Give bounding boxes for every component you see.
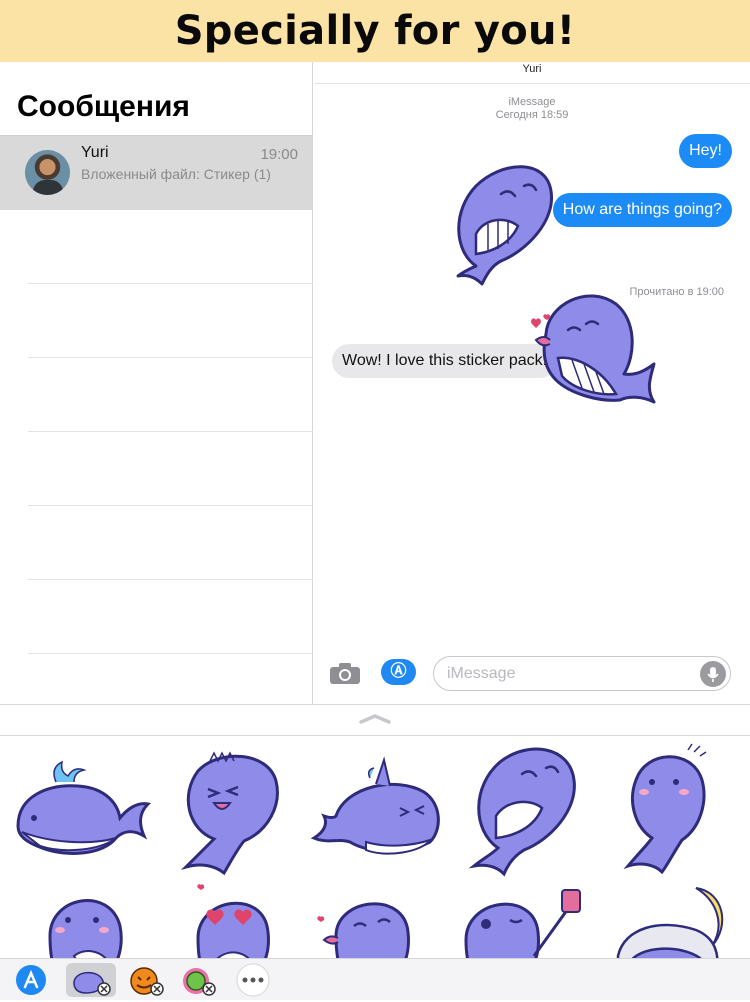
- app-store-icon: Ⓐ: [390, 663, 407, 680]
- conversation-name: Yuri: [81, 144, 109, 161]
- chevron-up-icon: [359, 714, 391, 724]
- message-input[interactable]: [447, 663, 687, 685]
- sticker-whale-kissing[interactable]: [310, 876, 460, 958]
- promo-banner: Specially for you!: [0, 0, 750, 62]
- monster-sticker-pack-icon[interactable]: [178, 963, 218, 997]
- chat-header[interactable]: Yuri: [314, 62, 750, 84]
- list-divider: [28, 357, 313, 358]
- app-store-button[interactable]: Ⓐ: [381, 659, 416, 685]
- chat-contact-name: Yuri: [522, 63, 542, 75]
- conversations-sidebar: Сообщения Yuri 19:00 Вложенный файл: Сти…: [0, 62, 313, 704]
- more-icon[interactable]: [234, 963, 272, 997]
- list-divider: [28, 505, 313, 506]
- sticker-whale-diving[interactable]: [458, 738, 608, 888]
- service-label: iMessage: [508, 96, 556, 108]
- message-bubble-out[interactable]: Hey!: [679, 134, 732, 168]
- app-store-icon[interactable]: [14, 963, 48, 997]
- composer-bar: Ⓐ: [314, 648, 750, 698]
- sticker-whale-selfie[interactable]: [452, 876, 602, 958]
- whale-sticker-sent: [456, 165, 553, 286]
- sticker-whale-smiling[interactable]: [30, 876, 180, 958]
- avatar: [25, 150, 70, 195]
- pumpkin-sticker-pack-icon[interactable]: [126, 963, 166, 997]
- sticker-whale-heart-eyes[interactable]: [178, 876, 328, 958]
- sticker-whale-spouting[interactable]: [8, 746, 158, 896]
- conversation-time: 19:00: [260, 146, 298, 163]
- list-divider: [28, 579, 313, 580]
- list-divider: [28, 653, 313, 654]
- message-bubble-in[interactable]: Wow! I love this sticker pack!: [332, 344, 558, 378]
- sticker-whale-sleeping[interactable]: [600, 876, 750, 958]
- conversation-row-yuri[interactable]: Yuri 19:00 Вложенный файл: Стикер (1): [0, 135, 313, 210]
- camera-icon[interactable]: [329, 662, 361, 685]
- message-bubble-out[interactable]: How are things going?: [552, 193, 732, 227]
- sticker-narwhal[interactable]: [306, 746, 456, 896]
- banner-title: Specially for you!: [174, 8, 576, 54]
- microphone-icon[interactable]: [700, 661, 726, 687]
- list-divider: [28, 431, 313, 432]
- chat-panel: Yuri iMessage Сегодня 18:59 Hey! How are…: [314, 62, 750, 704]
- date-label: Сегодня 18:59: [495, 109, 569, 121]
- sticker-drawer: [0, 736, 750, 958]
- sticker-whale-laughing[interactable]: [158, 741, 308, 891]
- chat-meta: iMessage Сегодня 18:59: [314, 96, 750, 122]
- whale-sticker-pack-icon[interactable]: [66, 963, 116, 997]
- drawer-handle[interactable]: [0, 704, 750, 736]
- kissing-whale-sticker: [531, 294, 656, 404]
- conversation-preview: Вложенный файл: Стикер (1): [81, 166, 271, 182]
- sidebar-title: Сообщения: [17, 90, 190, 123]
- sticker-whale-shy[interactable]: [606, 740, 750, 890]
- imessage-app-tray: [0, 958, 750, 1000]
- message-input-field[interactable]: [433, 656, 731, 691]
- list-divider: [28, 283, 313, 284]
